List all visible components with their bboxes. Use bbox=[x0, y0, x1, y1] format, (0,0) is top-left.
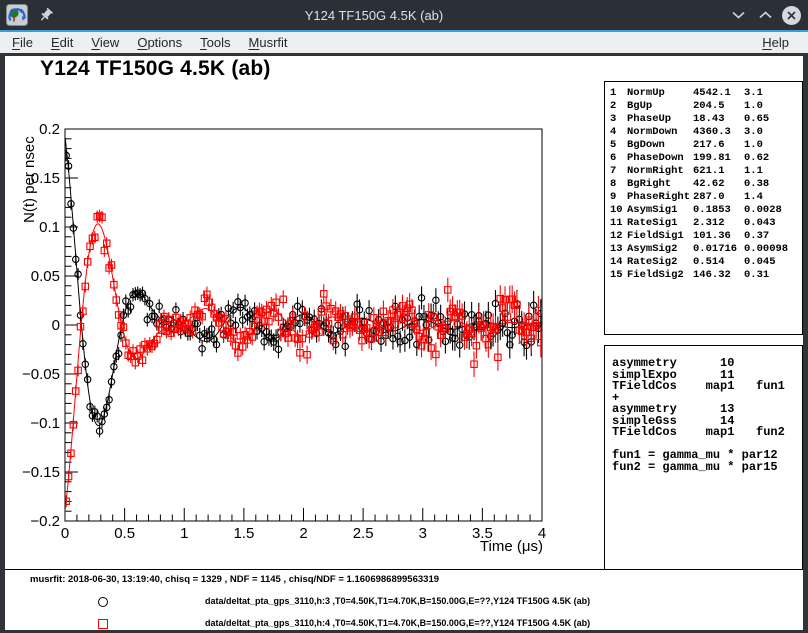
menu-item-view[interactable]: View bbox=[82, 32, 128, 53]
x-tick-label: 1.5 bbox=[233, 525, 254, 542]
menu-item-file[interactable]: File bbox=[10, 32, 42, 53]
param-row: 11RateSig12.3120.043 bbox=[605, 217, 802, 230]
param-row: 7NormRight621.11.1 bbox=[605, 165, 802, 178]
menu-item-musrfit[interactable]: Musrfit bbox=[240, 32, 297, 53]
menu-items: FileEditViewOptionsToolsMusrfit bbox=[10, 32, 297, 53]
param-row: 15FieldSig2146.320.31 bbox=[605, 269, 802, 282]
menu-item-help[interactable]: Help bbox=[760, 32, 798, 53]
x-tick-label: 0.5 bbox=[114, 525, 135, 542]
legend-marker-circle bbox=[98, 597, 108, 607]
y-axis-title: N(t) per nsec bbox=[21, 136, 38, 223]
data-points-circle bbox=[63, 150, 544, 438]
y-tick-label: 0.05 bbox=[31, 268, 60, 285]
y-tick-label: 0.1 bbox=[39, 219, 60, 236]
close-icon bbox=[782, 6, 801, 25]
menu-help-slot: Help bbox=[760, 32, 798, 53]
x-tick-label: 1 bbox=[180, 525, 188, 542]
x-tick-label: 0 bbox=[61, 525, 69, 542]
x-axis-title: Time (μs) bbox=[443, 538, 543, 555]
legend-entry-label: data/deltat_pta_gps_3110,h:4 ,T0=4.50K,T… bbox=[205, 618, 590, 628]
legend-entry-label: data/deltat_pta_gps_3110,h:3 ,T0=4.50K,T… bbox=[205, 596, 590, 606]
y-tick-label: −0.1 bbox=[30, 415, 60, 432]
window-controls bbox=[728, 0, 801, 30]
theory-box: asymmetry 10simplExpo 11TFieldCos map1 f… bbox=[604, 345, 803, 570]
param-row: 5BgDown217.61.0 bbox=[605, 139, 802, 152]
y-tick-label: 0.2 bbox=[39, 121, 60, 138]
param-row: 13AsymSig20.017160.00098 bbox=[605, 243, 802, 256]
minimize-button[interactable] bbox=[728, 5, 748, 25]
theory-line: fun2 = gamma_mu * par15 bbox=[612, 462, 802, 474]
y-tick-label: 0 bbox=[52, 317, 60, 334]
root-canvas[interactable]: Y124 TF150G 4.5K (ab) 00.511.522.533.540… bbox=[5, 56, 803, 630]
y-tick-label: −0.2 bbox=[30, 513, 60, 530]
close-button[interactable] bbox=[782, 6, 801, 25]
y-tick-label: −0.15 bbox=[22, 464, 60, 481]
canvas-surround: Y124 TF150G 4.5K (ab) 00.511.522.533.540… bbox=[0, 53, 808, 633]
app-window: Y124 TF150G 4.5K (ab) FileEditViewOption… bbox=[0, 0, 808, 633]
root-app-icon[interactable] bbox=[6, 4, 28, 26]
menu-item-tools[interactable]: Tools bbox=[191, 32, 239, 53]
chevron-up-icon bbox=[759, 11, 772, 19]
legend-marker-square bbox=[98, 619, 108, 629]
param-row: 4NormDown4360.33.0 bbox=[605, 126, 802, 139]
param-row: 14RateSig20.5140.045 bbox=[605, 256, 802, 269]
param-row: 6PhaseDown199.810.62 bbox=[605, 152, 802, 165]
data-series-group bbox=[63, 137, 544, 512]
fit-info-line: musrfit: 2018-06-30, 13:19:40, chisq = 1… bbox=[30, 574, 439, 585]
x-tick-label: 2.5 bbox=[353, 525, 374, 542]
maximize-button[interactable] bbox=[755, 5, 775, 25]
fit-line bbox=[65, 137, 542, 426]
legend-pad: musrfit: 2018-06-30, 13:19:40, chisq = 1… bbox=[5, 569, 802, 628]
menubar: FileEditViewOptionsToolsMusrfit Help bbox=[0, 32, 808, 53]
titlebar[interactable]: Y124 TF150G 4.5K (ab) bbox=[0, 0, 808, 30]
data-points-square bbox=[63, 210, 544, 507]
menu-item-edit[interactable]: Edit bbox=[42, 32, 82, 53]
window-title: Y124 TF150G 4.5K (ab) bbox=[60, 8, 688, 23]
pin-icon[interactable] bbox=[37, 6, 55, 24]
chevron-down-icon bbox=[732, 11, 745, 19]
param-row: 10AsymSig10.18530.0028 bbox=[605, 204, 802, 217]
theory-line: TFieldCos map1 fun2 bbox=[612, 427, 802, 439]
param-row: 3PhaseUp18.430.65 bbox=[605, 113, 802, 126]
param-row: 1NormUp4542.13.1 bbox=[605, 87, 802, 100]
y-tick-label: −0.05 bbox=[22, 366, 60, 383]
menu-item-options[interactable]: Options bbox=[128, 32, 191, 53]
param-row: 8BgRight42.620.38 bbox=[605, 178, 802, 191]
param-row: 2BgUp204.51.0 bbox=[605, 100, 802, 113]
param-row: 12FieldSig1101.360.37 bbox=[605, 230, 802, 243]
plot-frame bbox=[65, 129, 542, 521]
x-tick-label: 3 bbox=[419, 525, 427, 542]
theory-line: TFieldCos map1 fun1 bbox=[612, 381, 802, 393]
param-row: 9PhaseRight287.01.4 bbox=[605, 191, 802, 204]
x-tick-label: 2 bbox=[299, 525, 307, 542]
parameter-table: 1NormUp4542.13.12BgUp204.51.03PhaseUp18.… bbox=[604, 81, 803, 335]
